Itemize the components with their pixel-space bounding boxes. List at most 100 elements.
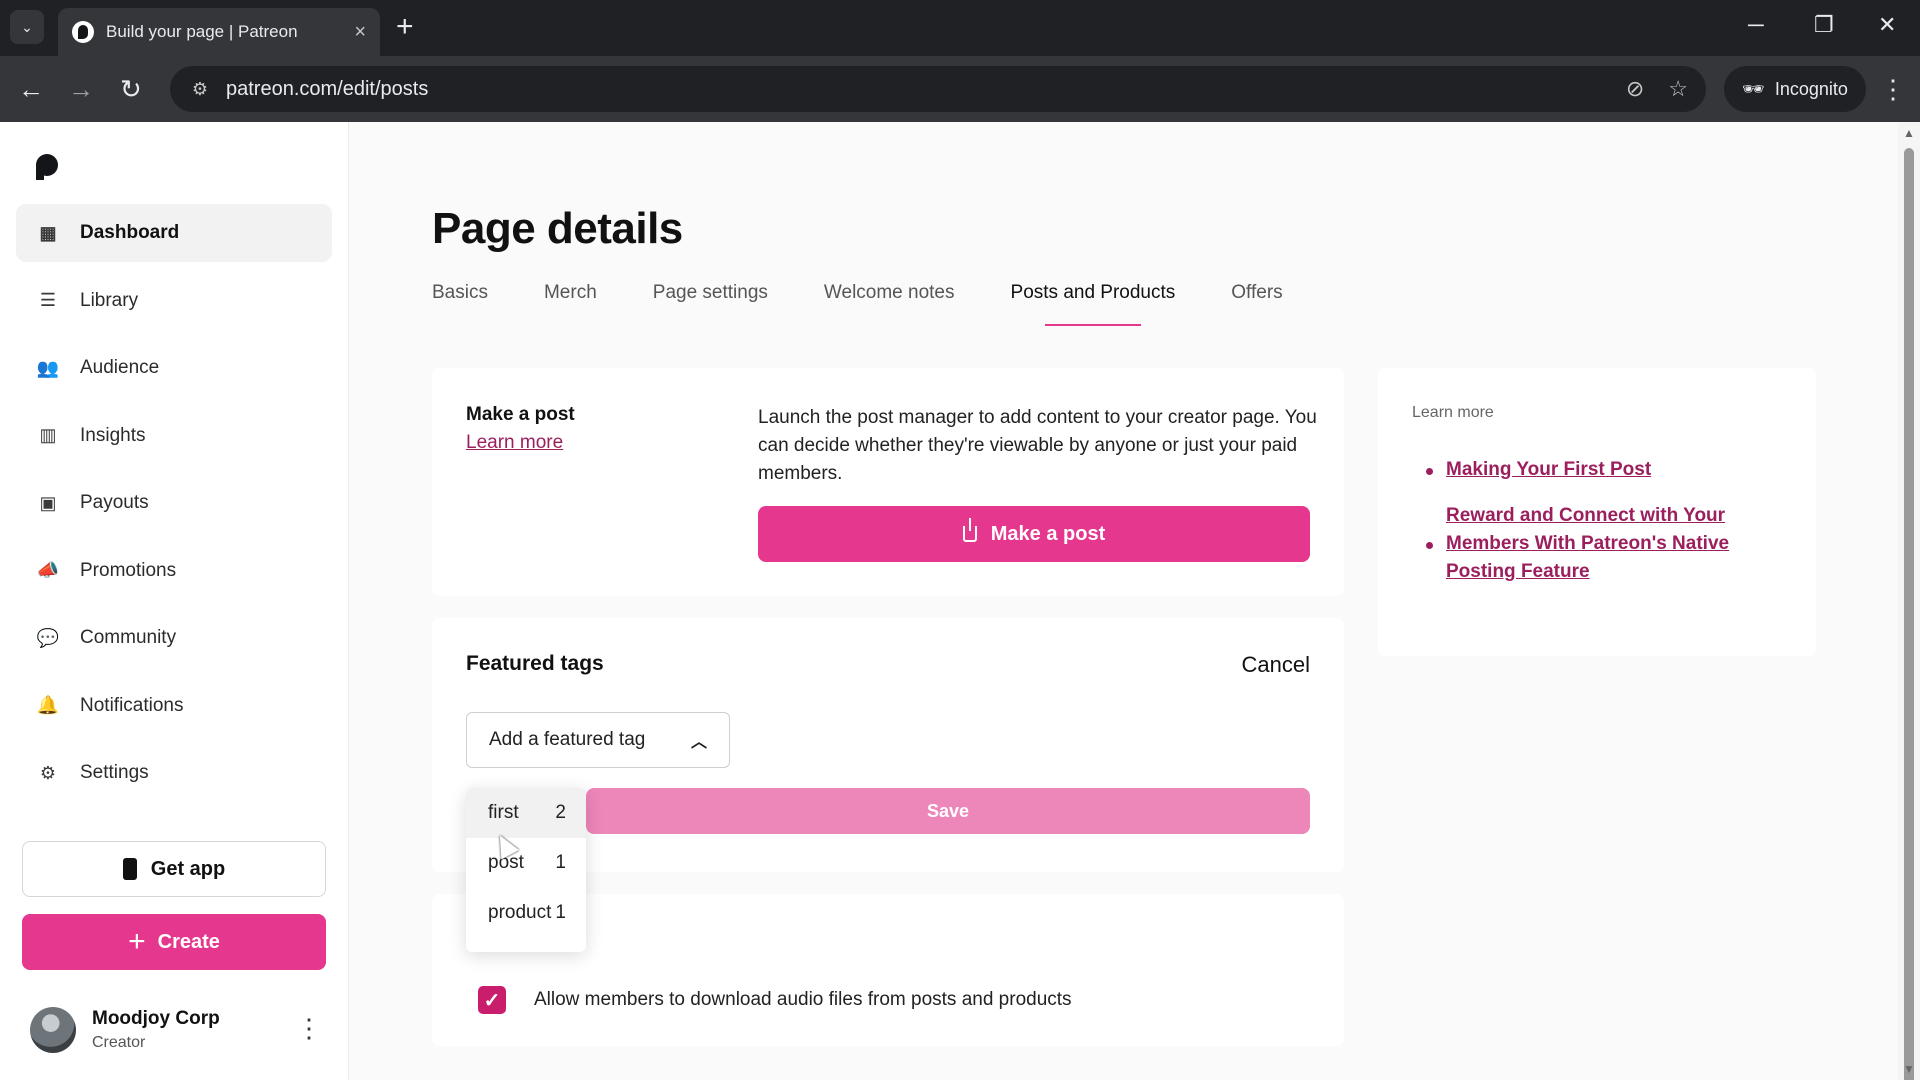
- making-first-post-link[interactable]: Making Your First Post: [1446, 459, 1651, 480]
- learn-more-list: Making Your First Post Reward and Connec…: [1426, 456, 1786, 604]
- sidebar-item-promotions[interactable]: 📣 Promotions: [16, 542, 332, 600]
- profile-name: Moodjoy Corp: [92, 1008, 220, 1029]
- profile-card[interactable]: Moodjoy Corp Creator ⋮: [30, 1000, 330, 1060]
- page-tabs: Basics Merch Page settings Welcome notes…: [432, 282, 1339, 326]
- sidebar-item-label: Payouts: [80, 492, 149, 513]
- sidebar-item-label: Settings: [80, 762, 149, 783]
- url-text[interactable]: patreon.com/edit/posts: [226, 78, 1602, 101]
- learn-more-title: Learn more: [1412, 404, 1494, 421]
- tag-option-name: first: [488, 802, 519, 823]
- make-post-learn-more-link[interactable]: Learn more: [466, 432, 563, 454]
- gear-icon: ⚙: [39, 762, 57, 783]
- incognito-badge[interactable]: 🕶 Incognito: [1724, 66, 1866, 112]
- tag-option-count: 1: [555, 852, 566, 873]
- back-arrow-icon[interactable]: ←: [18, 74, 44, 104]
- scroll-down-icon[interactable]: ▼: [1903, 1062, 1915, 1076]
- download-audio-checkbox[interactable]: ✓: [478, 986, 506, 1014]
- share-icon: [962, 518, 977, 542]
- insights-icon: ▥: [39, 425, 57, 445]
- tag-option-count: 2: [555, 802, 566, 823]
- make-post-button[interactable]: Make a post: [758, 506, 1310, 562]
- save-button[interactable]: Save: [586, 788, 1310, 834]
- tab-page-settings[interactable]: Page settings: [653, 282, 768, 326]
- featured-tag-dropdown: first 2 post 1 product 1: [466, 788, 586, 952]
- payouts-icon: ▣: [39, 492, 57, 513]
- tab-strip: ⌄ Build your page | Patreon × + ─ ❐ ✕: [0, 0, 1920, 56]
- featured-tag-select-label: Add a featured tag: [489, 729, 646, 750]
- new-tab-button[interactable]: +: [396, 12, 414, 42]
- page-title: Page details: [432, 204, 683, 253]
- address-bar[interactable]: ⚙ patreon.com/edit/posts ⊘ ☆: [170, 66, 1706, 112]
- scrollbar[interactable]: ▲ ▼: [1898, 122, 1920, 1080]
- star-icon[interactable]: ☆: [1668, 76, 1688, 102]
- avatar[interactable]: [30, 1007, 76, 1053]
- tune-icon[interactable]: ⚙: [188, 77, 212, 101]
- dashboard-icon: ▦: [39, 222, 57, 243]
- sidebar-item-payouts[interactable]: ▣ Payouts: [16, 474, 332, 532]
- sidebar-item-audience[interactable]: 👥 Audience: [16, 339, 332, 397]
- megaphone-icon: 📣: [36, 560, 60, 580]
- patreon-favicon-icon: [72, 21, 94, 43]
- sidebar-item-label: Community: [80, 627, 177, 648]
- community-icon: 💬: [36, 627, 60, 648]
- sidebar-item-label: Notifications: [80, 694, 184, 716]
- tag-option-post[interactable]: post 1: [466, 838, 586, 888]
- minimize-icon[interactable]: ─: [1748, 12, 1764, 38]
- reload-icon[interactable]: ↻: [120, 74, 142, 104]
- close-window-icon[interactable]: ✕: [1878, 12, 1896, 38]
- get-app-button[interactable]: Get app: [22, 841, 326, 897]
- chevron-down-icon[interactable]: ⌄: [10, 10, 44, 44]
- make-post-description: Launch the post manager to add content t…: [758, 407, 1317, 484]
- scroll-thumb[interactable]: [1904, 148, 1914, 1080]
- kebab-menu-icon[interactable]: ⋮: [1880, 74, 1906, 104]
- tag-option-name: product: [488, 902, 552, 923]
- sidebar-item-label: Library: [80, 289, 139, 311]
- sidebar-item-label: Promotions: [80, 559, 177, 581]
- get-app-label: Get app: [150, 857, 226, 880]
- phone-icon: [122, 858, 137, 880]
- library-icon: ☰: [39, 290, 57, 310]
- sidebar-item-label: Audience: [80, 357, 160, 378]
- featured-tag-select[interactable]: Add a featured tag ︿: [466, 712, 730, 768]
- patreon-logo[interactable]: [36, 154, 60, 180]
- plus-icon: +: [128, 925, 146, 958]
- tag-option-count: 1: [555, 902, 566, 923]
- audience-icon: 👥: [36, 357, 60, 378]
- sidebar-item-insights[interactable]: ▥ Insights: [16, 407, 332, 465]
- make-post-card: Make a post Learn more Launch the post m…: [432, 368, 1344, 596]
- browser-toolbar: ← → ↻ ⚙ patreon.com/edit/posts ⊘ ☆ 🕶 Inc…: [0, 56, 1920, 122]
- eye-off-icon[interactable]: ⊘: [1626, 76, 1644, 102]
- make-post-button-label: Make a post: [990, 522, 1106, 545]
- sidebar-item-notifications[interactable]: 🔔 Notifications: [16, 677, 332, 735]
- sidebar-item-community[interactable]: 💬 Community: [16, 609, 332, 667]
- create-label: Create: [157, 930, 220, 953]
- tab-basics[interactable]: Basics: [432, 282, 488, 326]
- make-post-title: Make a post: [466, 404, 575, 425]
- tab-offers[interactable]: Offers: [1231, 282, 1282, 326]
- native-posting-feature-link[interactable]: Reward and Connect with Your Members Wit…: [1446, 505, 1729, 582]
- featured-tags-title: Featured tags: [466, 652, 604, 675]
- more-options-icon[interactable]: ⋮: [296, 1014, 322, 1042]
- incognito-icon: 🕶: [1742, 78, 1765, 99]
- restore-icon[interactable]: ❐: [1814, 12, 1834, 38]
- sidebar: ▦ Dashboard ☰ Library 👥 Audience ▥ Insig…: [0, 122, 349, 1080]
- create-button[interactable]: + Create: [22, 914, 326, 970]
- tag-option-product[interactable]: product 1: [466, 888, 586, 938]
- tab-welcome-notes[interactable]: Welcome notes: [824, 282, 955, 326]
- download-audio-label: Allow members to download audio files fr…: [534, 989, 1072, 1010]
- tab-merch[interactable]: Merch: [544, 282, 597, 326]
- chevron-up-icon: ︿: [690, 734, 707, 751]
- browser-tab[interactable]: Build your page | Patreon ×: [58, 8, 380, 56]
- sidebar-item-settings[interactable]: ⚙ Settings: [16, 744, 332, 802]
- tag-option-first[interactable]: first 2: [466, 788, 586, 838]
- sidebar-item-library[interactable]: ☰ Library: [16, 272, 332, 330]
- incognito-label: Incognito: [1774, 78, 1848, 99]
- forward-arrow-icon[interactable]: →: [68, 74, 94, 104]
- sidebar-item-dashboard[interactable]: ▦ Dashboard: [16, 204, 332, 262]
- scroll-up-icon[interactable]: ▲: [1903, 126, 1915, 140]
- cancel-button[interactable]: Cancel: [1242, 652, 1310, 678]
- tab-close-icon[interactable]: ×: [354, 21, 366, 44]
- sidebar-item-label: Insights: [80, 424, 146, 446]
- tab-posts-and-products[interactable]: Posts and Products: [1011, 282, 1175, 326]
- tab-title: Build your page | Patreon: [106, 22, 298, 41]
